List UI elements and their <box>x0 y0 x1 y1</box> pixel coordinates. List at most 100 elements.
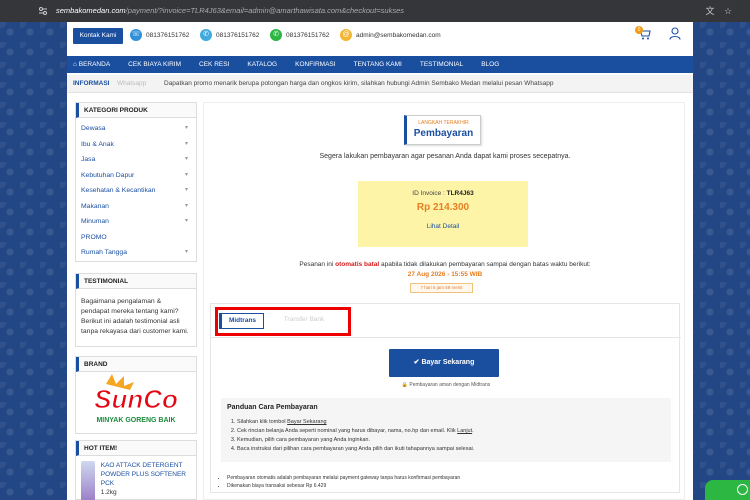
red-highlight-box <box>215 307 351 336</box>
kontak-kami-button[interactable]: Kontak Kami <box>73 28 123 44</box>
brand-sidebar-title: BRAND <box>76 357 196 372</box>
step1-link[interactable]: Bayar Sekarang <box>287 419 326 425</box>
page-title: Pembayaran <box>413 128 474 139</box>
cancel-warning: Pesanan ini otomatis batal apabila tidak… <box>204 261 686 268</box>
chevron-down-icon: ▾ <box>184 218 188 224</box>
category-item-dewasa[interactable]: Dewasa ▾ <box>76 121 196 137</box>
chat-icon: ☏ <box>130 29 142 41</box>
info-message: Dapatkan promo menarik berupa potongan h… <box>164 80 554 87</box>
nav-cek-biaya-kirim[interactable]: CEK BIAYA KIRIM <box>119 56 190 73</box>
payment-notes: Pembayaran otomatis adalah pembayaran me… <box>221 474 460 490</box>
step2-text: Cek rincian belanja Anda seperti nominal… <box>237 428 458 434</box>
category-sidebar: KATEGORI PRODUK Dewasa ▾ Ibu & Anak ▾ Jasa… <box>75 102 197 262</box>
user-account-icon[interactable] <box>669 27 681 40</box>
whatsapp-icon <box>737 484 748 495</box>
secure-note-text: Pembayaran aman dengan Midtrans <box>409 382 491 388</box>
hot-item-product[interactable]: KAO ATTACK DETERGENT POWDER PLUS SOFTENE… <box>76 456 196 500</box>
browser-address-bar[interactable]: sembakomedan.com/payment/?invoice=TLR4J6… <box>0 0 750 22</box>
phone-contact-2[interactable]: ✆ 081376151762 <box>200 28 259 42</box>
bookmark-star-icon[interactable]: ☆ <box>722 5 734 17</box>
category-item-minuman[interactable]: Minuman ▾ <box>76 214 196 230</box>
url-domain: sembakomedan.com <box>56 6 126 15</box>
hot-item-sidebar-title: HOT ITEM! <box>76 441 196 456</box>
nav-katalog[interactable]: KATALOG <box>238 56 286 73</box>
cart-count-badge: 0 <box>635 26 643 34</box>
sunco-brand-logo[interactable]: SunCo MINYAK GORENG BAIK <box>76 372 196 434</box>
url-path: /payment/?invoice=TLR4J63&email=admin@am… <box>125 6 405 15</box>
chevron-down-icon: ▾ <box>184 187 188 193</box>
brand-sidebar: BRAND SunCo MINYAK GORENG BAIK <box>75 356 197 434</box>
category-label: Minuman <box>81 218 109 225</box>
step2-link[interactable]: Lanjut <box>457 428 472 434</box>
countdown-badge: 7 hari 6 jam 59 menit <box>410 283 473 293</box>
category-label: PROMO <box>81 233 107 241</box>
warn-emphasis: otomatis batal <box>335 261 380 268</box>
hot-item-sidebar: HOT ITEM! KAO ATTACK DETERGENT POWDER PL… <box>75 440 197 500</box>
whatsapp-contact[interactable]: ✆ 081376151762 <box>270 28 329 42</box>
payment-guide: Panduan Cara Pembayaran Silahkan klik to… <box>221 398 671 462</box>
category-item-promo[interactable]: PROMO <box>76 230 196 246</box>
translate-icon[interactable]: 文 <box>704 5 716 17</box>
category-label: Kesehatan & Kecantikan <box>81 187 156 194</box>
whatsapp-float-button[interactable] <box>705 480 750 500</box>
invoice-id-value: TLR4J63 <box>446 190 474 197</box>
sunco-logo-icon: SunCo MINYAK GORENG BAIK <box>94 374 178 424</box>
hot-item-name[interactable]: KAO ATTACK DETERGENT POWDER PLUS SOFTENE… <box>101 461 191 488</box>
brand-logo-text: SunCo <box>94 384 178 414</box>
guide-step-4: Baca instruksi dari pilihan cara pembaya… <box>237 445 474 454</box>
category-item-kebutuhan-dapur[interactable]: Kebutuhan Dapur ▾ <box>76 168 196 184</box>
guide-step-2: Cek rincian belanja Anda seperti nominal… <box>237 427 474 436</box>
top-contact-bar: Kontak Kami ☏ 081376151762 ✆ 08137615176… <box>67 22 693 54</box>
category-item-ibu-anak[interactable]: Ibu & Anak ▾ <box>76 137 196 153</box>
payment-method-panel: Midtrans Transfer Bank ✔ Bayar Sekarang … <box>210 303 681 493</box>
category-sidebar-title: KATEGORI PRODUK <box>76 103 196 118</box>
step2-post: . <box>472 428 474 434</box>
info-ticker: INFORMASI Whatsapp Dapatkan promo menari… <box>67 75 693 93</box>
nav-blog[interactable]: BLOG <box>472 56 508 73</box>
warn-post: apabila tidak dilakukan pembayaran sampa… <box>379 261 591 268</box>
category-item-kesehatan[interactable]: Kesehatan & Kecantikan ▾ <box>76 183 196 199</box>
guide-steps: Silahkan klik tombol Bayar Sekarang Cek … <box>227 418 474 454</box>
whatsapp-icon: ✆ <box>270 29 282 41</box>
category-item-jasa[interactable]: Jasa ▾ <box>76 152 196 168</box>
nav-konfirmasi[interactable]: KONFIRMASI <box>286 56 344 73</box>
category-item-rumah-tangga[interactable]: Rumah Tangga ▾ <box>76 245 196 261</box>
email-contact[interactable]: @ admin@sembakomedan.com <box>340 28 441 42</box>
category-label: Dewasa <box>81 125 106 132</box>
site-info-icon[interactable] <box>38 6 48 16</box>
testimonial-text: Bagaimana pengalaman & pendapat mereka t… <box>81 298 189 335</box>
category-label: Makanan <box>81 202 109 210</box>
phone-icon: ✆ <box>200 29 212 41</box>
bayar-sekarang-button[interactable]: ✔ Bayar Sekarang <box>389 349 499 377</box>
step-indicator: LANGKAH TERAKHIR Pembayaran <box>404 115 481 145</box>
phone-1-text: 081376151762 <box>146 31 190 39</box>
url-text[interactable]: sembakomedan.com/payment/?invoice=TLR4J6… <box>56 6 404 15</box>
chevron-down-icon: ▾ <box>184 171 188 178</box>
lihat-detail-link[interactable]: Lihat Detail <box>358 223 528 230</box>
product-image[interactable] <box>81 461 95 500</box>
brand-tagline: MINYAK GORENG BAIK <box>96 417 175 424</box>
category-item-makanan[interactable]: Makanan ▾ <box>76 199 196 215</box>
nav-cek-resi[interactable]: CEK RESI <box>190 56 238 73</box>
chevron-down-icon: ▾ <box>184 140 188 147</box>
payment-panel: LANGKAH TERAKHIR Pembayaran Segera lakuk… <box>203 102 685 500</box>
nav-tentang-kami[interactable]: TENTANG KAMI <box>345 56 411 73</box>
invoice-card: ID Invoice : TLR4J63 Rp 214.300 Lihat De… <box>358 181 528 247</box>
category-label: Jasa <box>81 156 96 163</box>
hot-item-weight: 1.2kg <box>100 489 117 496</box>
secure-payment-note: 🔒 Pembayaran aman dengan Midtrans <box>211 382 681 388</box>
pay-button-label: Bayar Sekarang <box>421 359 475 366</box>
nav-beranda[interactable]: ⌂ BERANDA <box>67 56 119 73</box>
nav-testimonial[interactable]: TESTIMONIAL <box>411 56 472 73</box>
chevron-down-icon: ▾ <box>184 249 188 255</box>
phone-contact-1[interactable]: ☏ 081376151762 <box>130 28 189 42</box>
category-list: Dewasa ▾ Ibu & Anak ▾ Jasa ▾ Kebutuhan Dapu… <box>76 118 196 261</box>
chevron-down-icon: ▾ <box>184 125 188 131</box>
email-text: admin@sembakomedan.com <box>356 31 441 39</box>
payment-deadline: 27 Aug 2026 - 15:55 WIB <box>407 271 483 278</box>
main-navigation: ⌂ BERANDA CEK BIAYA KIRIM CEK RESI KATAL… <box>67 56 693 73</box>
info-label: INFORMASI <box>73 80 110 87</box>
invoice-amount: Rp 214.300 <box>416 202 470 213</box>
email-icon: @ <box>340 29 352 41</box>
payment-subtitle: Segera lakukan pembayaran agar pesanan A… <box>319 153 571 160</box>
